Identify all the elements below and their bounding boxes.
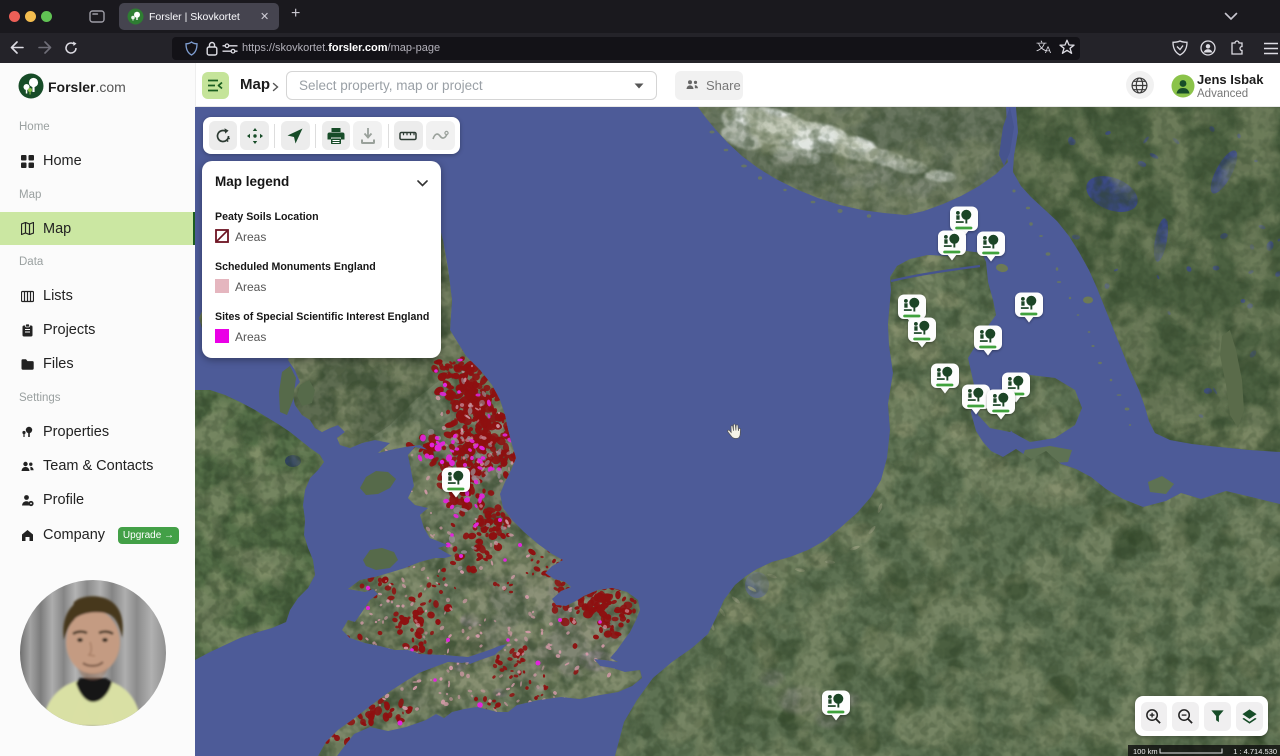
svg-text:A: A — [1045, 45, 1051, 54]
